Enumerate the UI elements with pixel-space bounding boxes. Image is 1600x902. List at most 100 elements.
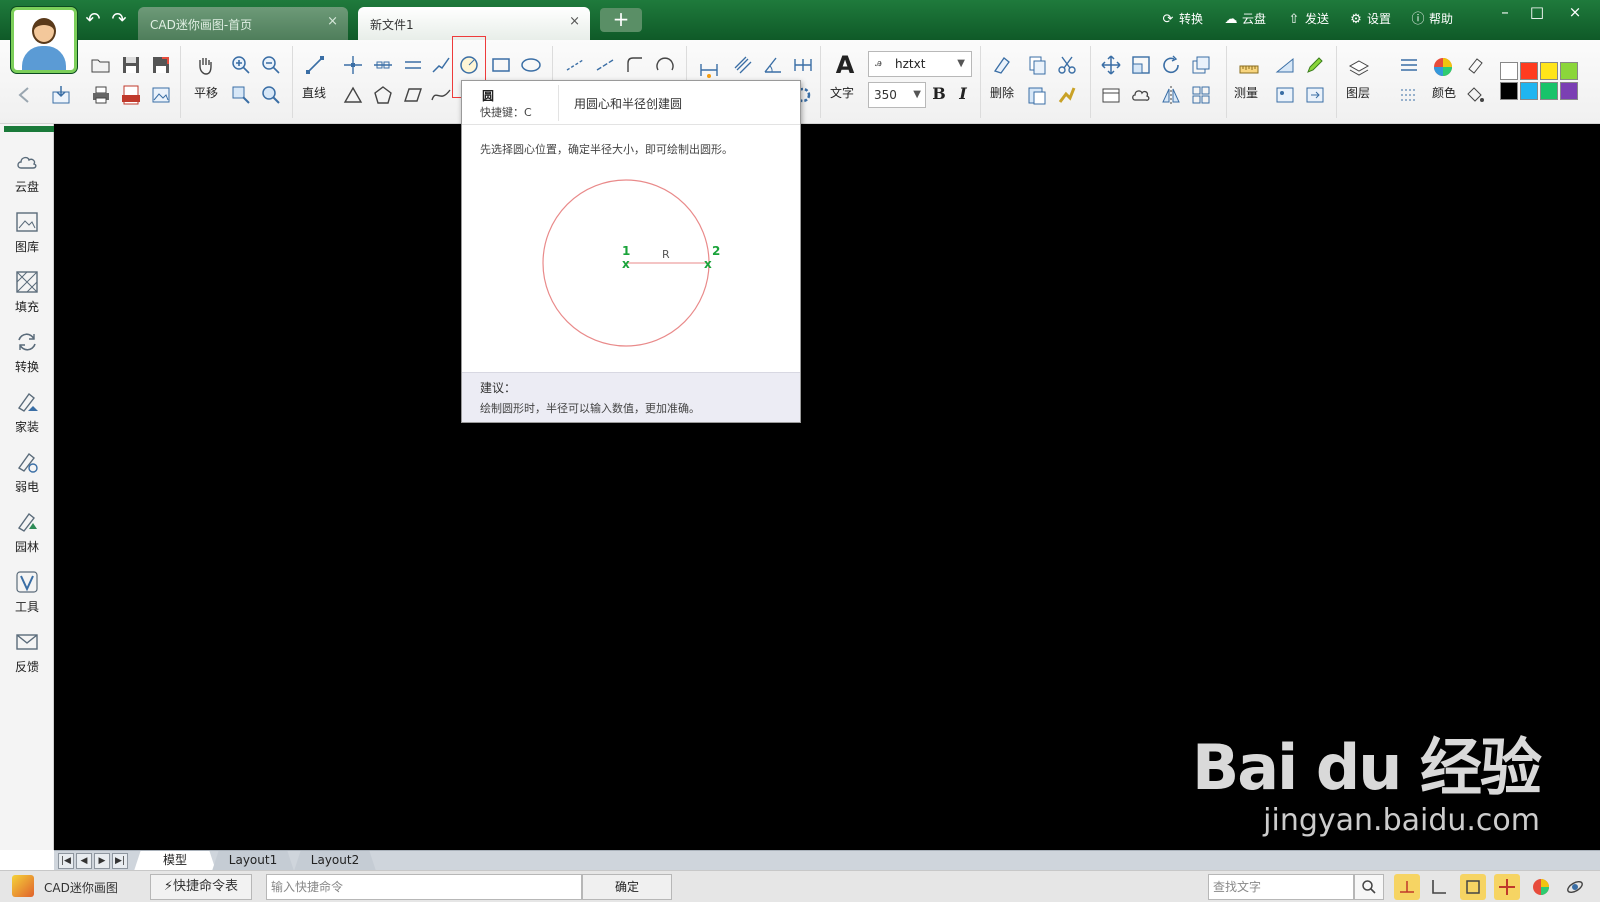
move-icon[interactable] (1098, 52, 1124, 78)
zoom-in-icon[interactable] (228, 52, 254, 78)
rectangle-icon[interactable] (488, 52, 514, 78)
color-swatch-white[interactable] (1500, 62, 1518, 80)
color-wheel-icon[interactable] (1430, 54, 1456, 80)
orbit-icon[interactable] (1562, 874, 1588, 900)
pencil-icon[interactable] (1302, 52, 1328, 78)
aligned-dimension-icon[interactable] (730, 52, 756, 78)
color-swatch-purple[interactable] (1560, 82, 1578, 100)
save-as-icon[interactable] (148, 52, 174, 78)
print-icon[interactable] (88, 82, 114, 108)
search-icon[interactable] (1354, 874, 1384, 900)
help-button[interactable]: ⓘ 帮助 (1410, 9, 1453, 29)
circle-icon[interactable] (456, 52, 482, 78)
parallelogram-icon[interactable] (400, 82, 426, 108)
undo-icon[interactable]: ↶ (82, 10, 104, 30)
erase-style-icon[interactable] (1462, 52, 1488, 78)
multiline-icon[interactable] (370, 52, 396, 78)
construction-line-icon[interactable] (340, 52, 366, 78)
zoom-window-icon[interactable] (228, 82, 254, 108)
sidebar-item-feedback[interactable]: 反馈 (6, 624, 48, 680)
double-line-icon[interactable] (400, 52, 426, 78)
redo-icon[interactable]: ↷ (108, 10, 130, 30)
tab-home[interactable]: CAD迷你画图-首页 × (138, 7, 348, 40)
tab-layout1[interactable]: Layout1 (212, 851, 294, 871)
open-file-icon[interactable] (88, 52, 114, 78)
image-insert-icon[interactable] (1272, 82, 1298, 108)
image-export-icon[interactable] (1302, 82, 1328, 108)
sidebar-item-garden[interactable]: 园林 (6, 504, 48, 560)
pan-hand-icon[interactable] (192, 52, 218, 78)
offset-icon[interactable] (1188, 52, 1214, 78)
zoom-extents-icon[interactable] (258, 82, 284, 108)
spline-icon[interactable] (428, 82, 454, 108)
pdf-icon[interactable] (118, 82, 144, 108)
line-icon[interactable] (302, 52, 328, 78)
import-icon[interactable] (48, 82, 74, 108)
find-text-input[interactable] (1208, 874, 1354, 900)
line-type-icon[interactable] (1396, 82, 1422, 108)
command-input[interactable] (266, 874, 582, 900)
ruler-icon[interactable] (1236, 56, 1262, 82)
text-tool-icon[interactable]: A (832, 51, 858, 79)
close-window-button[interactable]: × (1560, 2, 1590, 22)
color-swatch-cyan[interactable] (1520, 82, 1538, 100)
revision-cloud-icon[interactable] (1128, 82, 1154, 108)
add-tab-button[interactable]: + (600, 8, 642, 32)
ellipse-icon[interactable] (518, 52, 544, 78)
minimize-button[interactable]: – (1490, 2, 1520, 22)
color-swatch-emerald[interactable] (1540, 82, 1558, 100)
export-image-icon[interactable] (148, 82, 174, 108)
rotate-icon[interactable] (1158, 52, 1184, 78)
sidebar-item-tools[interactable]: 工具 (6, 564, 48, 620)
quick-command-list-button[interactable]: ⚡快捷命令表 (150, 874, 252, 900)
color-swatch-red[interactable] (1520, 62, 1538, 80)
array-icon[interactable] (1188, 82, 1214, 108)
convert-button[interactable]: ⟳ 转换 (1160, 9, 1203, 29)
avatar[interactable] (11, 7, 77, 73)
ortho-icon[interactable] (1426, 874, 1452, 900)
maximize-button[interactable]: □ (1522, 2, 1552, 22)
polyline-icon[interactable] (428, 52, 454, 78)
continuous-dimension-icon[interactable] (790, 52, 816, 78)
close-icon[interactable]: × (327, 14, 338, 29)
fillet-icon[interactable] (622, 52, 648, 78)
tab-layout2[interactable]: Layout2 (294, 851, 376, 871)
save-icon[interactable] (118, 52, 144, 78)
paste-icon[interactable] (1024, 82, 1050, 108)
sidebar-item-hatch[interactable]: 填充 (6, 264, 48, 320)
back-icon[interactable] (12, 82, 38, 108)
trim-icon[interactable] (562, 52, 588, 78)
next-layout-button[interactable]: ▶ (94, 853, 110, 869)
sidebar-item-low-voltage[interactable]: 弱电 (6, 444, 48, 500)
settings-button[interactable]: ⚙ 设置 (1348, 9, 1391, 29)
sidebar-item-convert[interactable]: 转换 (6, 324, 48, 380)
sidebar-item-cloud[interactable]: 云盘 (6, 144, 48, 200)
font-size-select[interactable]: 350 ▼ (868, 82, 926, 108)
font-select[interactable]: ꭿ hztxt ▼ (868, 51, 972, 77)
zoom-out-icon[interactable] (258, 52, 284, 78)
confirm-button[interactable]: 确定 (582, 874, 672, 900)
cloud-button[interactable]: ☁ 云盘 (1223, 9, 1267, 29)
match-properties-icon[interactable] (1054, 82, 1080, 108)
mirror-icon[interactable] (1158, 82, 1184, 108)
send-button[interactable]: ⇧ 发送 (1286, 9, 1329, 29)
arc-icon[interactable] (652, 52, 678, 78)
area-icon[interactable] (1272, 52, 1298, 78)
fill-bucket-icon[interactable] (1462, 82, 1488, 108)
prev-layout-button[interactable]: ◀ (76, 853, 92, 869)
block-icon[interactable] (1098, 82, 1124, 108)
color-swatch-yellow[interactable] (1540, 62, 1558, 80)
polygon-icon[interactable] (370, 82, 396, 108)
copy-icon[interactable] (1024, 52, 1050, 78)
bold-button[interactable]: B (928, 82, 950, 108)
close-icon[interactable]: × (569, 14, 580, 29)
triangle-icon[interactable] (340, 82, 366, 108)
color-swatch-black[interactable] (1500, 82, 1518, 100)
scale-icon[interactable] (1128, 52, 1154, 78)
first-layout-button[interactable]: |◀ (58, 853, 74, 869)
extend-icon[interactable] (592, 52, 618, 78)
eraser-icon[interactable] (988, 52, 1014, 78)
grid-icon[interactable] (1460, 874, 1486, 900)
tab-model[interactable]: 模型 (134, 851, 216, 871)
line-weight-icon[interactable] (1396, 52, 1422, 78)
